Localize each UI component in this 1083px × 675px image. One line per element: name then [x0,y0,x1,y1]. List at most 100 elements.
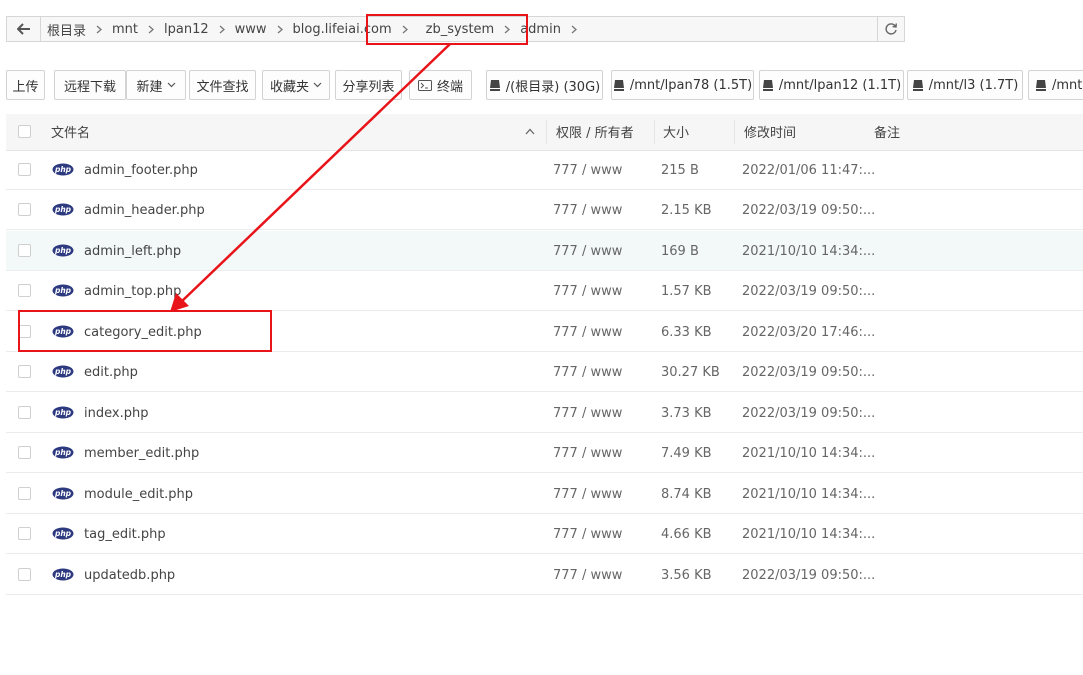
php-file-icon: php [52,203,74,216]
file-search-button[interactable]: 文件查找 [189,70,256,100]
file-name[interactable]: index.php [84,393,148,433]
file-permission: 777 / www [553,446,623,462]
file-modified-time: 2022/03/19 09:50:... [742,284,876,300]
file-permission: 777 / www [553,203,623,219]
file-permission: 777 / www [553,163,623,178]
file-modified-time: 2021/10/10 14:34:... [742,486,876,502]
row-checkbox[interactable] [18,567,31,581]
file-size: 3.73 KB [661,405,712,421]
file-name[interactable]: member_edit.php [84,433,199,473]
hard-drive-icon [613,80,624,91]
drive-button-root[interactable]: /(根目录) (30G) [486,70,603,100]
file-name[interactable]: updatedb.php [84,555,175,595]
file-name[interactable]: admin_top.php [84,271,181,311]
file-permission: 777 / www [553,486,623,502]
favorites-dropdown-button[interactable]: 收藏夹 [262,70,330,100]
hard-drive-icon [1036,80,1046,91]
column-divider[interactable] [654,120,655,144]
file-highlight-box [18,310,272,352]
header-size[interactable]: 大小 [663,114,689,150]
chevron-right-icon [571,25,577,34]
terminal-button[interactable]: 终端 [409,70,472,100]
row-checkbox[interactable] [18,405,31,419]
breadcrumb-highlight-box [366,14,528,45]
file-size: 215 B [661,163,699,178]
svg-text:php: php [54,367,72,376]
back-button[interactable] [7,17,41,41]
table-row[interactable]: php index.php 777 / www 3.73 KB 2022/03/19 0… [6,393,1083,433]
breadcrumb-item[interactable]: lpan12 [164,22,209,37]
file-modified-time: 2021/10/10 14:34:... [742,527,876,543]
row-checkbox[interactable] [18,527,31,541]
table-row[interactable]: php admin_left.php 777 / www 169 B 2021/10/1… [6,230,1083,271]
php-file-icon: php [52,163,74,176]
file-size: 1.57 KB [661,284,712,300]
new-dropdown-button[interactable]: 新建 [126,70,186,100]
table-row[interactable]: php tag_edit.php 777 / www 4.66 KB 2021/10/1… [6,514,1083,555]
file-modified-time: 2022/03/19 09:50:... [742,365,876,381]
drive-button-mnt[interactable]: /mnt [1028,70,1083,100]
file-modified-time: 2022/03/20 17:46:... [742,324,876,340]
column-divider[interactable] [546,120,547,144]
select-all-checkbox[interactable] [18,125,31,138]
remote-download-button[interactable]: 远程下载 [54,70,126,100]
file-size: 3.56 KB [661,567,712,583]
breadcrumb-item[interactable]: www [235,22,267,37]
header-filename[interactable]: 文件名 [51,114,90,150]
svg-text:php: php [54,287,72,296]
table-row[interactable]: php updatedb.php 777 / www 3.56 KB 2022/03/1… [6,555,1083,595]
breadcrumb-item[interactable]: mnt [112,22,138,37]
drive-button-lpan12[interactable]: /mnt/lpan12 (1.1T) [759,70,904,100]
php-file-icon: php [52,365,74,378]
file-table-header: 文件名 权限 / 所有者 大小 修改时间 备注 [6,114,1083,151]
sort-up-icon[interactable] [525,128,535,135]
row-checkbox[interactable] [18,163,31,176]
table-row[interactable]: php member_edit.php 777 / www 7.49 KB 2021/1… [6,433,1083,474]
file-permission: 777 / www [553,527,623,543]
drive-button-lpan78[interactable]: /mnt/lpan78 (1.5T) [611,70,754,100]
chevron-down-icon [313,82,322,88]
file-name[interactable]: admin_left.php [84,231,181,271]
php-file-icon: php [52,446,74,459]
file-name[interactable]: edit.php [84,352,138,392]
file-name[interactable]: admin_footer.php [84,150,198,190]
file-name[interactable]: admin_header.php [84,190,205,230]
header-note[interactable]: 备注 [874,114,900,150]
breadcrumb-item[interactable]: 根目录 [47,20,86,39]
file-permission: 777 / www [553,243,623,259]
table-row[interactable]: php admin_top.php 777 / www 1.57 KB 2022/03/… [6,271,1083,312]
svg-text:php: php [54,408,72,417]
php-file-icon: php [52,487,74,500]
file-permission: 777 / www [553,324,623,340]
row-checkbox[interactable] [18,203,31,217]
file-size: 30.27 KB [661,365,720,381]
refresh-button[interactable] [877,17,904,41]
share-list-button[interactable]: 分享列表 [335,70,402,100]
row-checkbox[interactable] [18,365,31,379]
row-checkbox[interactable] [18,284,31,298]
row-checkbox[interactable] [18,486,31,500]
chevron-right-icon [96,25,103,34]
table-row[interactable]: php module_edit.php 777 / www 8.74 KB 2021/1… [6,474,1083,514]
file-modified-time: 2022/03/19 09:50:... [742,567,876,583]
table-row[interactable]: php admin_header.php 777 / www 2.15 KB 2022/… [6,190,1083,231]
table-row[interactable]: php admin_footer.php 777 / www 215 B 2022/01… [6,150,1083,190]
row-checkbox[interactable] [18,243,31,257]
chevron-right-icon [148,25,155,34]
drive-button-l3[interactable]: /mnt/l3 (1.7T) [907,70,1023,100]
header-modified-time[interactable]: 修改时间 [744,114,796,150]
chevron-down-icon [167,82,175,88]
column-divider[interactable] [734,120,735,144]
file-permission: 777 / www [553,405,623,421]
upload-button[interactable]: 上传 [6,70,45,100]
row-checkbox[interactable] [18,446,31,460]
table-row[interactable]: php edit.php 777 / www 30.27 KB 2022/03/19 0… [6,352,1083,393]
file-name[interactable]: module_edit.php [84,474,193,514]
file-name[interactable]: tag_edit.php [84,514,166,554]
terminal-icon [417,79,432,91]
file-permission: 777 / www [553,284,623,300]
svg-text:php: php [54,246,72,255]
refresh-icon [885,23,897,35]
header-permission[interactable]: 权限 / 所有者 [556,114,634,150]
file-modified-time: 2022/01/06 11:47:... [742,163,876,178]
